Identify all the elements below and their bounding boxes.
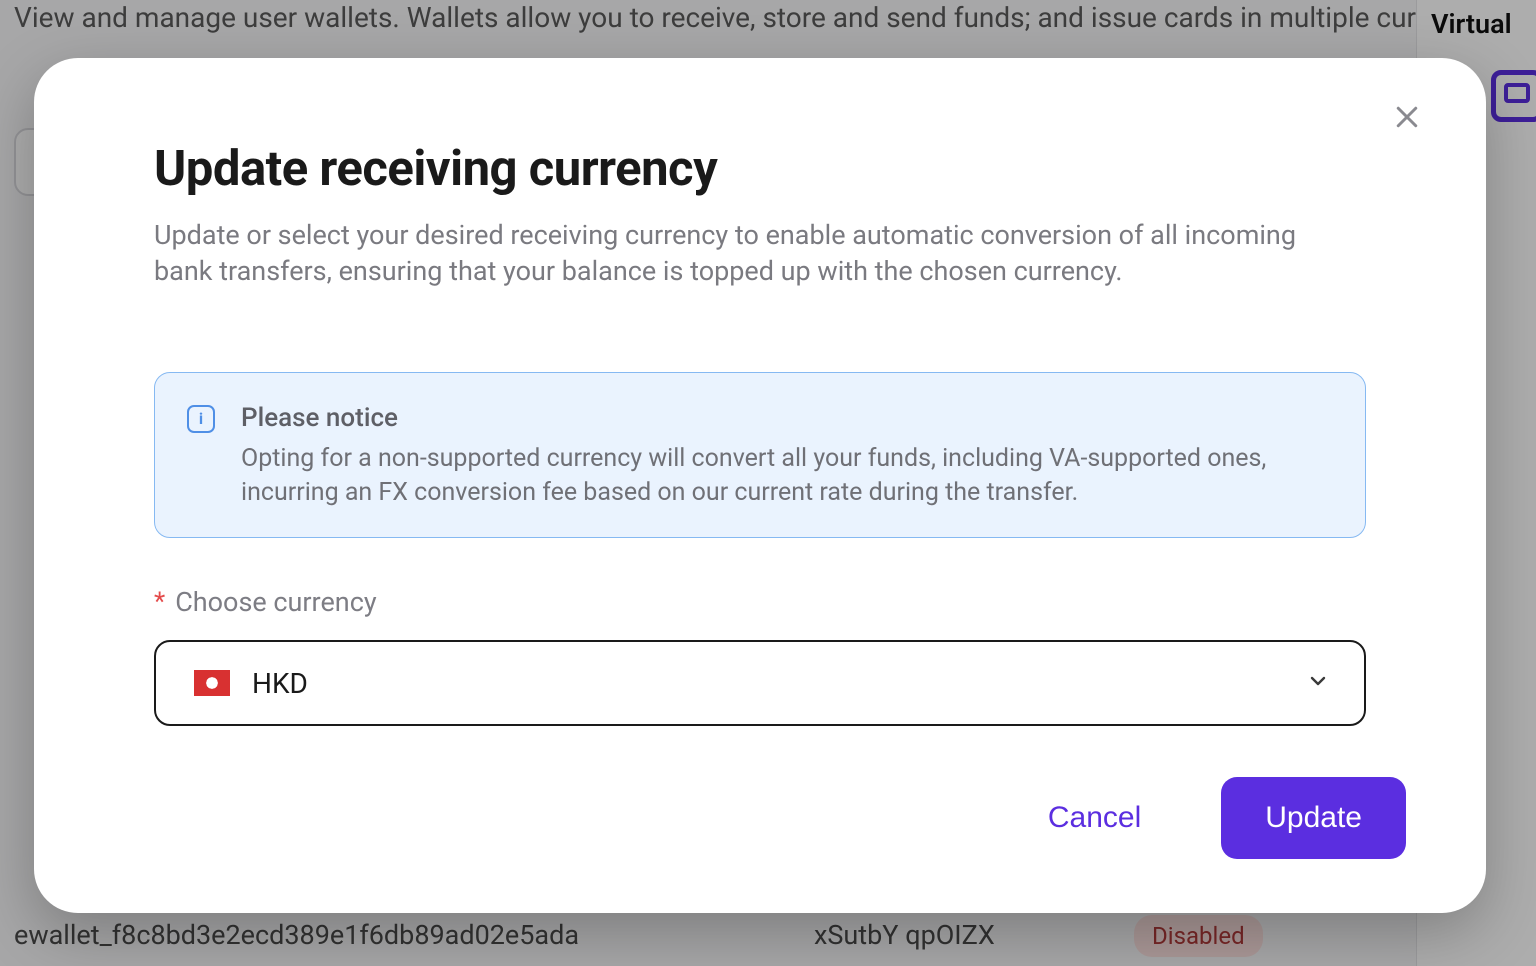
close-icon: [1392, 102, 1422, 132]
info-icon: i: [187, 405, 215, 433]
update-button[interactable]: Update: [1221, 777, 1406, 859]
currency-selected-value: HKD: [252, 667, 308, 700]
modal-subtitle: Update or select your desired receiving …: [154, 217, 1334, 290]
chevron-down-icon: [1306, 667, 1330, 700]
notice-title: Please notice: [241, 401, 1329, 436]
required-mark: *: [154, 587, 165, 617]
cancel-button[interactable]: Cancel: [1024, 783, 1165, 853]
notice-body: Opting for a non-supported currency will…: [241, 442, 1329, 510]
modal-footer: Cancel Update: [1024, 777, 1406, 859]
flag-hk-icon: [194, 670, 230, 696]
modal-title: Update receiving currency: [154, 140, 1366, 197]
currency-field-label: Choose currency: [175, 586, 376, 618]
currency-field-label-row: * Choose currency: [154, 586, 1366, 618]
notice-box: i Please notice Opting for a non-support…: [154, 372, 1366, 539]
currency-field: * Choose currency HKD: [154, 586, 1366, 726]
update-currency-modal: Update receiving currency Update or sele…: [34, 58, 1486, 913]
close-button[interactable]: [1392, 102, 1432, 142]
currency-select[interactable]: HKD: [154, 640, 1366, 726]
